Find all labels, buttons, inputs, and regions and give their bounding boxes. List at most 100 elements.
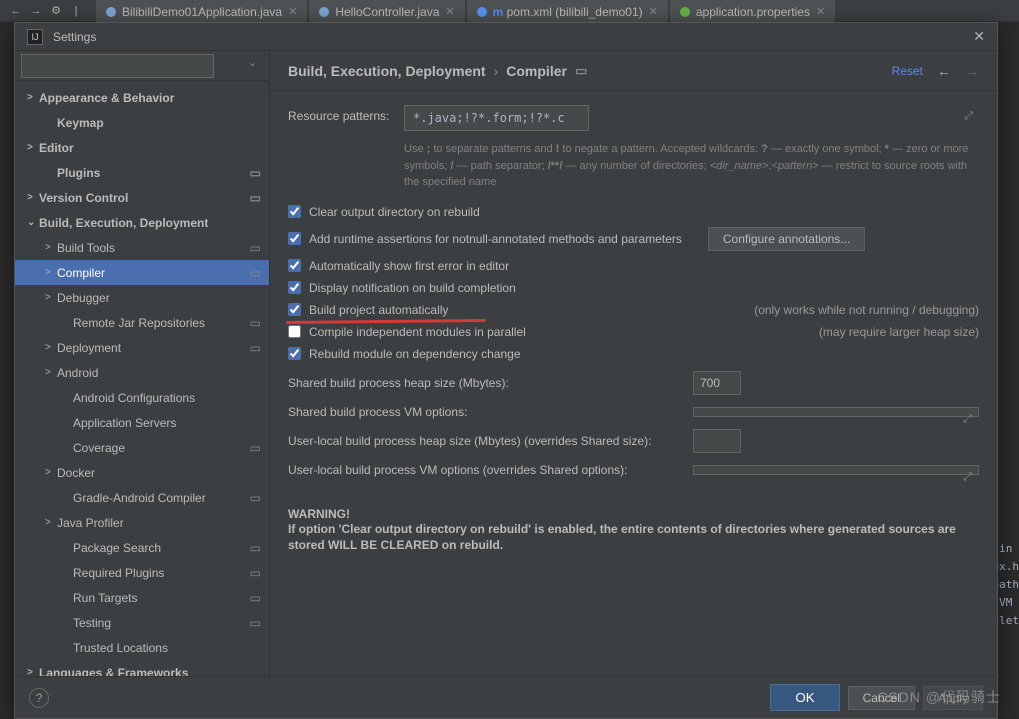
tree-item[interactable]: >Docker xyxy=(15,460,269,485)
vm-options-input[interactable]: ⤢ xyxy=(693,407,979,417)
gear-icon[interactable]: ⚙ xyxy=(48,3,64,19)
chevron-icon: > xyxy=(27,142,39,153)
tree-item[interactable]: Android Configurations xyxy=(15,385,269,410)
tree-item-label: Required Plugins xyxy=(73,566,164,580)
editor-tab[interactable]: BilibiliDemo01Application.java ✕ xyxy=(96,0,307,22)
rebuild-dependency-checkbox[interactable] xyxy=(288,347,301,360)
main-header: Build, Execution, Deployment › Compiler … xyxy=(270,51,997,91)
checkbox-label: Clear output directory on rebuild xyxy=(309,205,480,219)
close-icon[interactable]: ✕ xyxy=(649,5,658,18)
tree-item[interactable]: >Debugger xyxy=(15,285,269,310)
close-icon[interactable]: ✕ xyxy=(445,5,454,18)
chevron-icon: > xyxy=(27,192,39,203)
config-icon: ▭ xyxy=(250,266,261,280)
close-icon[interactable]: ✕ xyxy=(816,5,825,18)
app-logo-icon: IJ xyxy=(27,29,43,45)
tree-item[interactable]: >Deployment▭ xyxy=(15,335,269,360)
config-icon: ▭ xyxy=(250,591,261,605)
config-icon: ▭ xyxy=(250,191,261,205)
chevron-right-icon: › xyxy=(494,63,499,79)
arrow-right-icon[interactable]: → xyxy=(28,3,44,19)
expand-icon[interactable]: ⤢ xyxy=(963,471,972,484)
warning-title: WARNING! xyxy=(288,507,979,521)
tree-item-label: Remote Jar Repositories xyxy=(73,316,205,330)
help-text: Use ; to separate patterns and ! to nega… xyxy=(404,141,979,191)
close-icon[interactable]: ✕ xyxy=(973,28,985,45)
runtime-assertions-checkbox[interactable] xyxy=(288,232,301,245)
tree-item[interactable]: Application Servers xyxy=(15,410,269,435)
tree-item[interactable]: Keymap xyxy=(15,110,269,135)
tree-item[interactable]: Plugins▭ xyxy=(15,160,269,185)
file-icon xyxy=(106,7,116,17)
tree-item-label: Run Targets xyxy=(73,591,137,605)
settings-dialog: IJ Settings ✕ >Appearance & BehaviorKeym… xyxy=(14,22,998,719)
configure-annotations-button[interactable]: Configure annotations... xyxy=(708,227,865,251)
tree-item-label: Android Configurations xyxy=(73,391,195,405)
ok-button[interactable]: OK xyxy=(770,684,839,711)
build-notification-checkbox[interactable] xyxy=(288,281,301,294)
reset-link[interactable]: Reset xyxy=(892,64,923,78)
tree-item[interactable]: Gradle-Android Compiler▭ xyxy=(15,485,269,510)
build-auto-checkbox[interactable] xyxy=(288,303,301,316)
tree-item[interactable]: Trusted Locations xyxy=(15,635,269,660)
tree-item[interactable]: >Android xyxy=(15,360,269,385)
search-input[interactable] xyxy=(21,54,214,78)
editor-tab[interactable]: application.properties✕ xyxy=(670,0,835,22)
expand-icon[interactable]: ⤢ xyxy=(963,413,972,426)
editor-tab[interactable]: HelloController.java✕ xyxy=(309,0,464,22)
arrow-left-icon[interactable]: ← xyxy=(8,3,24,19)
config-icon: ▭ xyxy=(250,441,261,455)
note-text: (only works while not running / debuggin… xyxy=(754,303,979,317)
auto-show-error-checkbox[interactable] xyxy=(288,259,301,272)
tree-item[interactable]: Remote Jar Repositories ▭ xyxy=(15,310,269,335)
compile-parallel-checkbox[interactable] xyxy=(288,325,301,338)
tree-item-label: Coverage xyxy=(73,441,125,455)
breadcrumb-item[interactable]: Build, Execution, Deployment xyxy=(288,63,486,79)
clear-output-checkbox[interactable] xyxy=(288,205,301,218)
tree-item[interactable]: Coverage ▭ xyxy=(15,435,269,460)
expand-icon[interactable]: ⤢ xyxy=(964,110,973,123)
tree-item-label: Languages & Frameworks xyxy=(39,666,188,677)
tree-item[interactable]: >Build Tools▭ xyxy=(15,235,269,260)
tree-item[interactable]: >Languages & Frameworks xyxy=(15,660,269,676)
tab-label: BilibiliDemo01Application.java xyxy=(122,5,282,19)
tree-item[interactable]: >Compiler▭ xyxy=(15,260,269,285)
chevron-icon: > xyxy=(27,92,39,103)
tree-item-label: Deployment xyxy=(57,341,121,355)
apply-button[interactable]: Apply xyxy=(923,686,983,710)
back-icon[interactable]: ← xyxy=(937,63,951,79)
tree-item[interactable]: Run Targets ▭ xyxy=(15,585,269,610)
tree-item[interactable]: ⌄Build, Execution, Deployment xyxy=(15,210,269,235)
tree-item-label: Package Search xyxy=(73,541,161,555)
tree-item[interactable]: >Appearance & Behavior xyxy=(15,85,269,110)
user-heap-size-input[interactable] xyxy=(693,429,741,453)
resource-patterns-input[interactable] xyxy=(404,105,589,131)
checkbox-label: Compile independent modules in parallel xyxy=(309,325,526,339)
tree-item[interactable]: Package Search▭ xyxy=(15,535,269,560)
search-wrapper xyxy=(21,54,263,78)
field-label: User-local build process VM options (ove… xyxy=(288,463,693,477)
tree-item[interactable]: Required Plugins ▭ xyxy=(15,560,269,585)
config-icon: ▭ xyxy=(250,566,261,580)
chevron-icon: ⌄ xyxy=(27,217,39,228)
chevron-icon: > xyxy=(45,242,57,253)
tree-item[interactable]: >Editor xyxy=(15,135,269,160)
help-icon[interactable]: ? xyxy=(29,688,49,708)
field-label: User-local build process heap size (Mbyt… xyxy=(288,434,693,448)
checkbox-label: Display notification on build completion xyxy=(309,281,516,295)
tree-item-label: Testing xyxy=(73,616,111,630)
forward-icon[interactable]: → xyxy=(965,63,979,79)
cancel-button[interactable]: Cancel xyxy=(848,686,915,710)
tree-item[interactable]: Testing▭ xyxy=(15,610,269,635)
config-icon: ▭ xyxy=(250,316,261,330)
field-label: Shared build process heap size (Mbytes): xyxy=(288,376,693,390)
close-icon[interactable]: ✕ xyxy=(288,5,297,18)
editor-tab[interactable]: m pom.xml (bilibili_demo01)✕ xyxy=(467,0,668,22)
tree-item[interactable]: >Java Profiler xyxy=(15,510,269,535)
editor-tabs: ← → ⚙ | BilibiliDemo01Application.java✕H… xyxy=(0,0,1019,22)
config-icon: ▭ xyxy=(575,63,587,79)
heap-size-input[interactable] xyxy=(693,371,741,395)
user-vm-options-input[interactable]: ⤢ xyxy=(693,465,979,475)
tree-item[interactable]: >Version Control▭ xyxy=(15,185,269,210)
separator: | xyxy=(68,3,84,19)
